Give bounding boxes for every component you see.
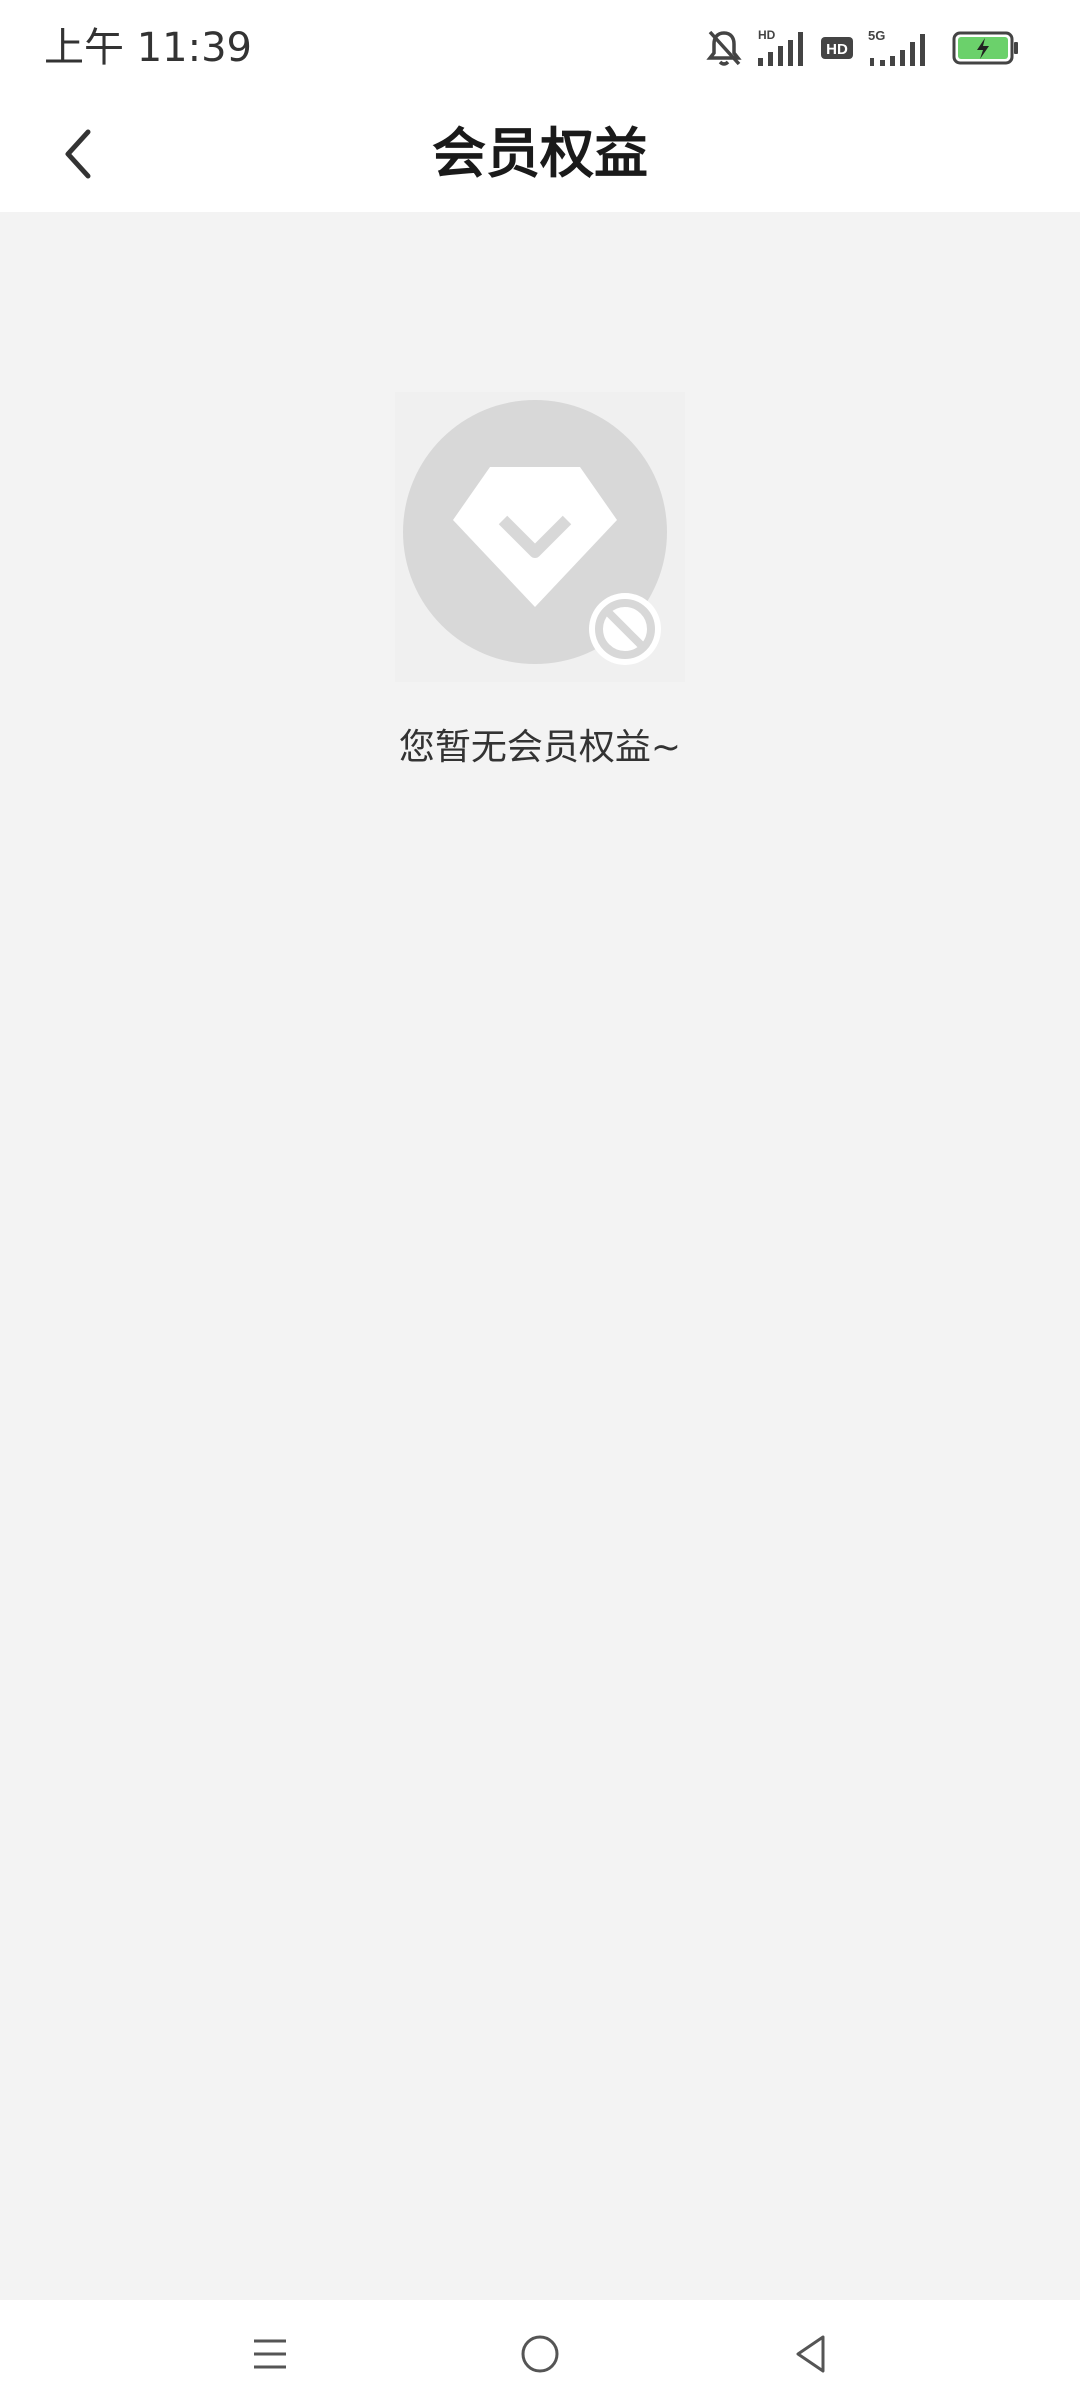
status-icons: HD HD 5G [706,28,1020,68]
battery-charging-icon [952,31,1018,65]
diamond-disabled-icon [395,392,685,682]
hd-badge-icon: HD [821,37,853,59]
network-label: 5G [868,28,885,43]
empty-message: 您暂无会员权益~ [398,727,682,768]
nav-back-button[interactable] [780,2324,840,2384]
navigation-bar [0,2300,1080,2408]
page: 上午 11:39 HD HD 5G 会员权益 您暂无会员权益~ [0,0,1080,2408]
status-bar: 上午 11:39 HD HD 5G [0,0,1080,96]
nav-menu-button[interactable] [240,2324,300,2384]
empty-state: 您暂无会员权益~ [0,392,1080,772]
hd-label-2: HD [826,41,848,58]
signal-strength-icon: HD [758,28,803,66]
menu-icon [254,2339,286,2369]
page-title: 会员权益 [432,122,648,185]
hd-label-1: HD [758,28,776,42]
title-bar: 会员权益 [0,96,1080,212]
status-time: 上午 11:39 [44,25,252,71]
nav-home-button[interactable] [510,2324,570,2384]
5g-signal-icon: 5G [868,28,925,66]
triangle-back-icon [796,2335,825,2373]
bell-off-icon [706,30,742,66]
home-circle-icon [521,2335,559,2373]
